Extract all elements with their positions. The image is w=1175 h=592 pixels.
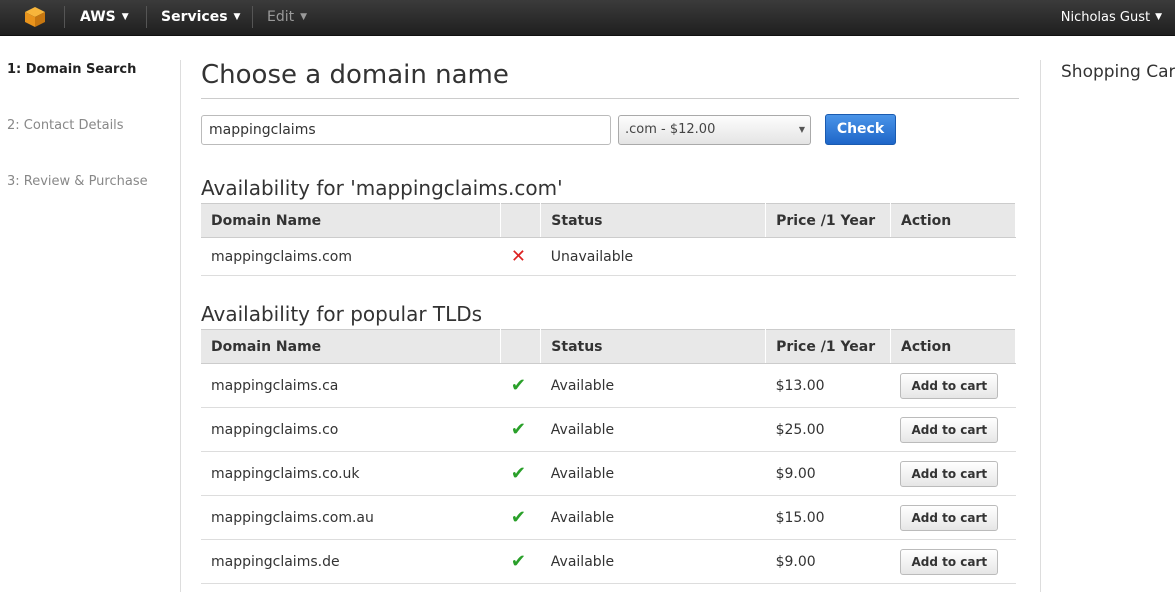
column-header bbox=[500, 329, 542, 364]
nav-divider bbox=[252, 6, 253, 28]
chevron-down-icon: ▼ bbox=[121, 12, 129, 22]
add-to-cart-button[interactable]: Add to cart bbox=[900, 460, 999, 487]
status-icon-cell: ✔ bbox=[500, 539, 541, 584]
price-cell: $9.00 bbox=[765, 539, 891, 584]
step-contact-details[interactable]: 2: Contact Details bbox=[7, 118, 124, 133]
popular-tlds-title: Availability for popular TLDs bbox=[201, 302, 483, 326]
title-divider bbox=[201, 98, 1019, 99]
shopping-cart-title: Shopping Cart bbox=[1061, 62, 1175, 82]
column-header: Status bbox=[540, 203, 767, 238]
status-cell: Available bbox=[540, 407, 766, 452]
checkmark-icon: ✔ bbox=[510, 551, 526, 572]
page-title: Choose a domain name bbox=[201, 60, 509, 90]
add-to-cart-button[interactable]: Add to cart bbox=[900, 504, 999, 531]
status-cell: Available bbox=[540, 495, 766, 540]
top-nav-bar: AWS ▼ Services ▼ Edit ▼ Nicholas Gust ▼ bbox=[0, 0, 1175, 36]
column-header: Price /1 Year bbox=[765, 329, 891, 364]
status-cell: Unavailable bbox=[540, 237, 766, 276]
checkmark-icon: ✔ bbox=[510, 507, 526, 528]
dropdown-arrow-icon: ▼ bbox=[798, 125, 805, 134]
checkmark-icon: ✔ bbox=[510, 463, 526, 484]
status-cell: Available bbox=[540, 363, 766, 408]
aws-cube-icon[interactable] bbox=[24, 6, 46, 28]
nav-divider bbox=[146, 6, 147, 28]
right-divider bbox=[1040, 60, 1041, 592]
table-row: mappingclaims.com ✕ Unavailable bbox=[201, 237, 1016, 276]
availability-table: Domain Name Status Price /1 Year Action … bbox=[201, 203, 1016, 276]
tld-select-value: .com - $12.00 bbox=[625, 122, 716, 137]
add-to-cart-button[interactable]: Add to cart bbox=[900, 548, 999, 575]
action-cell bbox=[890, 237, 1016, 276]
status-icon-cell: ✔ bbox=[500, 495, 541, 540]
services-menu-label: Services bbox=[161, 9, 228, 25]
availability-title: Availability for 'mappingclaims.com' bbox=[201, 176, 563, 200]
check-button[interactable]: Check bbox=[825, 114, 896, 145]
column-header: Action bbox=[890, 203, 1016, 238]
price-cell: $15.00 bbox=[765, 495, 891, 540]
status-icon-cell: ✕ bbox=[500, 237, 541, 276]
domain-name-cell: mappingclaims.de bbox=[201, 539, 501, 584]
user-menu[interactable]: Nicholas Gust ▼ bbox=[1061, 0, 1162, 36]
popular-tlds-table: Domain Name Status Price /1 Year Action … bbox=[201, 329, 1017, 584]
left-divider bbox=[180, 60, 181, 592]
domain-name-cell: mappingclaims.com.au bbox=[201, 495, 501, 540]
action-cell: Add to cart bbox=[890, 451, 1016, 496]
price-cell: $25.00 bbox=[765, 407, 891, 452]
action-cell: Add to cart bbox=[890, 407, 1016, 452]
domain-name-cell: mappingclaims.co bbox=[201, 407, 501, 452]
chevron-down-icon: ▼ bbox=[1155, 12, 1162, 22]
price-cell bbox=[765, 237, 891, 276]
price-cell: $9.00 bbox=[765, 451, 891, 496]
column-header: Price /1 Year bbox=[765, 203, 892, 238]
domain-name-cell: mappingclaims.com bbox=[201, 237, 501, 276]
status-icon-cell: ✔ bbox=[500, 363, 541, 408]
status-cell: Available bbox=[540, 451, 766, 496]
column-header bbox=[500, 203, 542, 238]
column-header: Status bbox=[540, 329, 767, 364]
status-icon-cell: ✔ bbox=[500, 451, 541, 496]
status-icon-cell: ✔ bbox=[500, 407, 541, 452]
add-to-cart-button[interactable]: Add to cart bbox=[900, 372, 999, 399]
chevron-down-icon: ▼ bbox=[233, 12, 241, 22]
domain-name-cell: mappingclaims.ca bbox=[201, 363, 501, 408]
services-menu[interactable]: Services ▼ bbox=[161, 0, 240, 36]
edit-menu-label: Edit bbox=[267, 9, 295, 25]
nav-divider bbox=[64, 6, 65, 28]
table-row: mappingclaims.ca ✔ Available $13.00 Add … bbox=[201, 363, 1016, 408]
table-header-row: Domain Name Status Price /1 Year Action bbox=[201, 329, 1017, 364]
cross-icon: ✕ bbox=[510, 246, 526, 267]
status-cell: Available bbox=[540, 539, 766, 584]
user-name: Nicholas Gust bbox=[1060, 10, 1151, 25]
domain-search-input[interactable] bbox=[201, 115, 611, 145]
edit-menu[interactable]: Edit ▼ bbox=[267, 0, 307, 36]
column-header: Domain Name bbox=[201, 329, 502, 364]
aws-menu-label: AWS bbox=[80, 9, 116, 25]
tld-select[interactable]: .com - $12.00 ▼ bbox=[618, 115, 811, 145]
table-row: mappingclaims.co.uk ✔ Available $9.00 Ad… bbox=[201, 451, 1016, 496]
price-cell: $13.00 bbox=[765, 363, 891, 408]
action-cell: Add to cart bbox=[890, 363, 1016, 408]
action-cell: Add to cart bbox=[890, 495, 1016, 540]
action-cell: Add to cart bbox=[890, 539, 1016, 584]
table-row: mappingclaims.co ✔ Available $25.00 Add … bbox=[201, 407, 1016, 452]
step-domain-search[interactable]: 1: Domain Search bbox=[7, 62, 136, 77]
domain-name-cell: mappingclaims.co.uk bbox=[201, 451, 501, 496]
aws-menu[interactable]: AWS ▼ bbox=[80, 0, 129, 36]
table-row: mappingclaims.de ✔ Available $9.00 Add t… bbox=[201, 539, 1016, 584]
chevron-down-icon: ▼ bbox=[300, 12, 308, 22]
column-header: Action bbox=[890, 329, 1017, 364]
checkmark-icon: ✔ bbox=[510, 419, 526, 440]
checkmark-icon: ✔ bbox=[510, 375, 526, 396]
add-to-cart-button[interactable]: Add to cart bbox=[900, 416, 999, 443]
table-row: mappingclaims.com.au ✔ Available $15.00 … bbox=[201, 495, 1016, 540]
step-review-purchase[interactable]: 3: Review & Purchase bbox=[7, 174, 148, 189]
column-header: Domain Name bbox=[201, 203, 502, 238]
table-header-row: Domain Name Status Price /1 Year Action bbox=[201, 203, 1016, 238]
